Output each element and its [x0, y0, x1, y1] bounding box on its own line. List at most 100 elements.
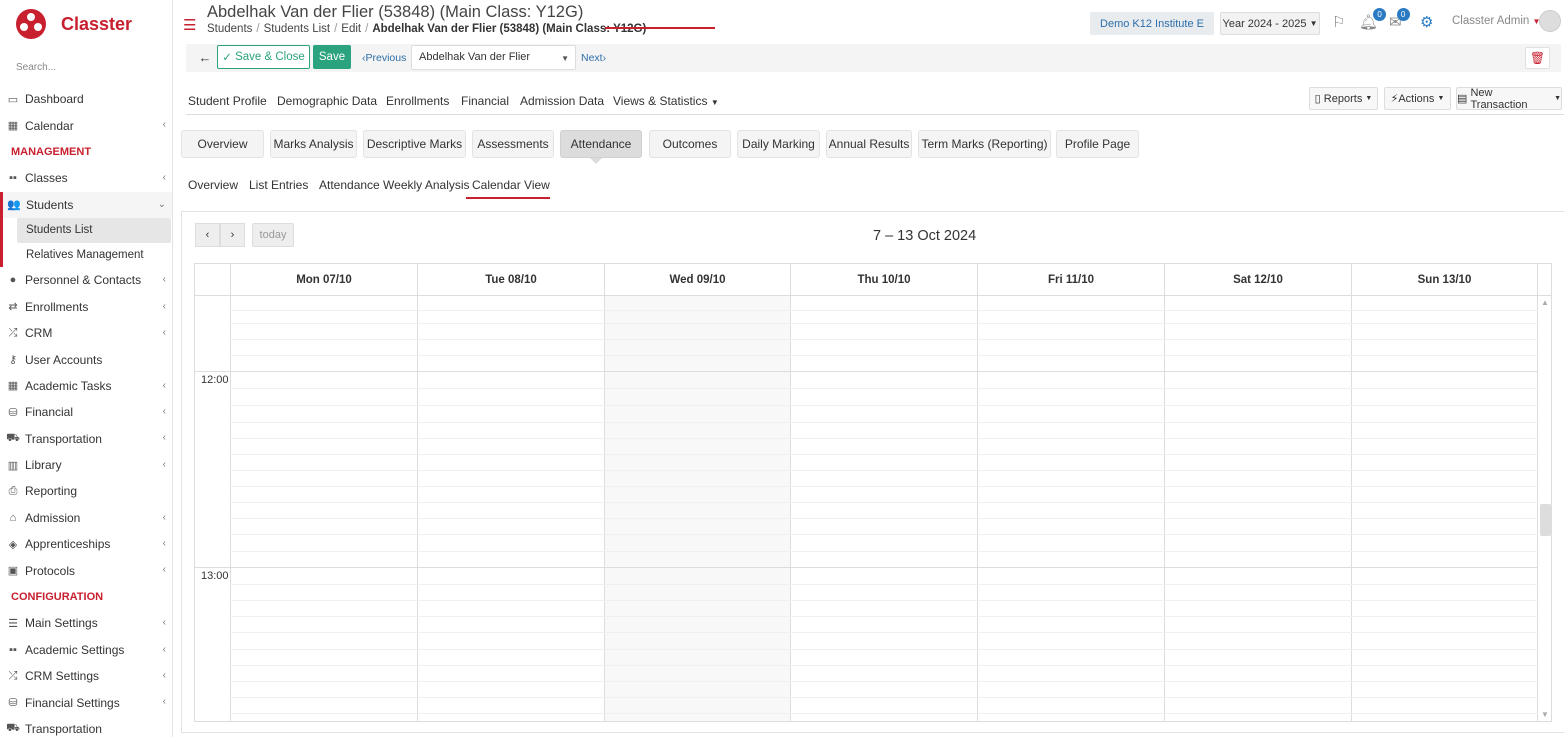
- subtab-outcomes[interactable]: Outcomes: [649, 130, 731, 158]
- sidebar-item-label: Library: [25, 458, 62, 473]
- institute-selector[interactable]: Demo K12 Institute E: [1090, 12, 1214, 35]
- previous-link[interactable]: ‹Previous: [362, 52, 406, 64]
- tab-views-statistics[interactable]: Views & Statistics ▼: [613, 94, 719, 108]
- sidebar-item-transportation-settings[interactable]: ⛟ Transportation: [0, 716, 172, 737]
- tab-financial[interactable]: Financial: [461, 94, 509, 108]
- save-close-button[interactable]: ✓ Save & Close: [217, 45, 310, 69]
- sidebar-item-financial-settings[interactable]: ⛁ Financial Settings ‹: [0, 689, 172, 715]
- slot-line: [230, 551, 1538, 552]
- sidebar-item-protocols[interactable]: ▣ Protocols ‹: [0, 557, 172, 583]
- sidebar-item-label: Apprenticeships: [25, 537, 111, 552]
- day-column-fri[interactable]: [977, 296, 1164, 721]
- subtab-daily-marking[interactable]: Daily Marking: [737, 130, 820, 158]
- announcement-icon[interactable]: ⚙: [1420, 13, 1433, 31]
- calendar-next-button[interactable]: ›: [220, 223, 245, 247]
- sidebar-item-academic-tasks[interactable]: ▦ Academic Tasks ‹: [0, 373, 172, 399]
- sidebar-item-academic-settings[interactable]: ▪▪ Academic Settings ‹: [0, 637, 172, 663]
- user-menu[interactable]: Classter Admin ▼: [1452, 15, 1540, 27]
- sidebar-item-classes[interactable]: ▪▪ Classes ‹: [0, 165, 172, 191]
- sidebar-search-input[interactable]: Search...: [16, 62, 56, 73]
- reports-dropdown[interactable]: ▯ Reports ▼: [1309, 87, 1378, 110]
- new-transaction-dropdown[interactable]: ▤ New Transaction ▼: [1456, 87, 1562, 111]
- breadcrumb-edit[interactable]: Edit: [341, 23, 361, 35]
- day-column-mon[interactable]: [230, 296, 417, 721]
- attendance-tab-weekly-analysis[interactable]: Attendance Weekly Analysis: [319, 178, 470, 192]
- flag-icon[interactable]: ⚐: [1332, 13, 1345, 31]
- day-column-sat[interactable]: [1164, 296, 1351, 721]
- sidebar-item-admission[interactable]: ⌂ Admission ‹: [0, 505, 172, 531]
- day-column-thu[interactable]: [790, 296, 977, 721]
- envelope-icon[interactable]: ✉ 0: [1389, 8, 1410, 31]
- file-icon: ▯: [1314, 93, 1321, 105]
- calendar-scroll-thumb[interactable]: [1540, 504, 1551, 536]
- subtab-descriptive-marks[interactable]: Descriptive Marks: [363, 130, 466, 158]
- chevron-left-icon: ‹: [162, 538, 166, 550]
- scroll-down-icon[interactable]: ▼: [1541, 710, 1549, 719]
- day-column-tue[interactable]: [417, 296, 604, 721]
- sidebar-item-library[interactable]: ▥ Library ‹: [0, 452, 172, 478]
- attendance-tab-list-entries[interactable]: List Entries: [249, 178, 308, 192]
- scroll-up-icon[interactable]: ▲: [1541, 298, 1549, 307]
- avatar[interactable]: [1539, 10, 1561, 32]
- sidebar-item-students-list[interactable]: Students List: [17, 217, 171, 243]
- sidebar-item-main-settings[interactable]: ☰ Main Settings ‹: [0, 610, 172, 636]
- caret-down-icon: ▼: [1365, 95, 1373, 102]
- sidebar-item-relatives-management[interactable]: Relatives Management: [3, 243, 172, 268]
- slot-line: [230, 534, 1538, 535]
- chevron-left-icon: ‹: [162, 511, 166, 523]
- sidebar-item-user-accounts[interactable]: ⚷ User Accounts: [0, 346, 172, 372]
- breadcrumb-students-list[interactable]: Students List: [264, 23, 330, 35]
- day-column-sun[interactable]: [1351, 296, 1538, 721]
- sidebar-item-label: Academic Tasks: [25, 378, 112, 393]
- sidebar-item-crm-settings[interactable]: ⤮ CRM Settings ‹: [0, 663, 172, 689]
- bell-icon[interactable]: 🔔︎ 0: [1359, 8, 1387, 31]
- hamburger-menu-icon[interactable]: ☰: [183, 16, 196, 34]
- day-header-fri: Fri 11/10: [977, 264, 1164, 296]
- subtab-assessments[interactable]: Assessments: [472, 130, 554, 158]
- sidebar-item-enrollments[interactable]: ⇄ Enrollments ‹: [0, 294, 172, 320]
- subtab-marks-analysis[interactable]: Marks Analysis: [270, 130, 357, 158]
- sidebar-item-transportation[interactable]: ⛟ Transportation ‹: [0, 425, 172, 451]
- save-close-label: Save & Close: [235, 51, 305, 63]
- previous-label: Previous: [365, 52, 407, 64]
- delete-button[interactable]: 🗑︎: [1525, 47, 1550, 69]
- subtab-overview[interactable]: Overview: [181, 130, 264, 158]
- subtab-annual-results[interactable]: Annual Results: [826, 130, 912, 158]
- breadcrumb-students[interactable]: Students: [207, 23, 252, 35]
- calendar-today-button[interactable]: today: [252, 223, 294, 247]
- sidebar-item-apprenticeships[interactable]: ◈ Apprenticeships ‹: [0, 531, 172, 557]
- bolt-icon: ⚡︎: [1390, 93, 1399, 105]
- tab-enrollments[interactable]: Enrollments: [386, 94, 449, 108]
- sidebar-item-financial[interactable]: ⛁ Financial ‹: [0, 399, 172, 425]
- page-title: Abdelhak Van der Flier (53848) (Main Cla…: [207, 3, 584, 21]
- chevron-left-icon: ‹: [162, 458, 166, 470]
- tab-demographic-data[interactable]: Demographic Data: [277, 94, 377, 108]
- student-selector[interactable]: Abdelhak Van der Flier ▼: [411, 45, 576, 70]
- brand-logo[interactable]: Classter: [14, 7, 132, 41]
- tab-admission-data[interactable]: Admission Data: [520, 94, 604, 108]
- bus-icon: ⛟: [6, 721, 20, 734]
- actions-label: Actions: [1398, 92, 1435, 105]
- next-link[interactable]: Next›: [581, 52, 606, 64]
- attendance-tab-overview[interactable]: Overview: [188, 178, 238, 192]
- save-button[interactable]: Save: [313, 45, 351, 69]
- slot-line: [230, 502, 1538, 503]
- day-header-sat: Sat 12/10: [1164, 264, 1351, 296]
- sidebar-item-dashboard[interactable]: ▭ Dashboard: [0, 86, 172, 112]
- actions-dropdown[interactable]: ⚡︎ Actions ▼: [1384, 87, 1451, 110]
- trash-icon: 🗑︎: [1529, 51, 1546, 65]
- attendance-tab-calendar-view[interactable]: Calendar View: [472, 178, 550, 192]
- sidebar-item-calendar[interactable]: ▦ Calendar ‹: [0, 112, 172, 138]
- tab-student-profile[interactable]: Student Profile: [188, 94, 267, 108]
- subtab-profile-page[interactable]: Profile Page: [1056, 130, 1139, 158]
- sidebar-item-crm[interactable]: ⤮ CRM ‹: [0, 320, 172, 346]
- sidebar-item-personnel[interactable]: ● Personnel & Contacts ‹: [0, 267, 172, 293]
- subtab-term-marks[interactable]: Term Marks (Reporting): [918, 130, 1051, 158]
- back-arrow-icon[interactable]: ←: [195, 47, 215, 67]
- sidebar-item-students[interactable]: 👥 Students ⌄: [0, 191, 172, 218]
- sidebar-item-reporting[interactable]: ⎙ Reporting: [0, 478, 172, 504]
- calendar-prev-button[interactable]: ‹: [195, 223, 220, 247]
- year-selector[interactable]: Year 2024 - 2025 ▼: [1220, 12, 1320, 35]
- subtab-attendance[interactable]: Attendance: [560, 130, 642, 158]
- day-column-wed[interactable]: [604, 296, 790, 721]
